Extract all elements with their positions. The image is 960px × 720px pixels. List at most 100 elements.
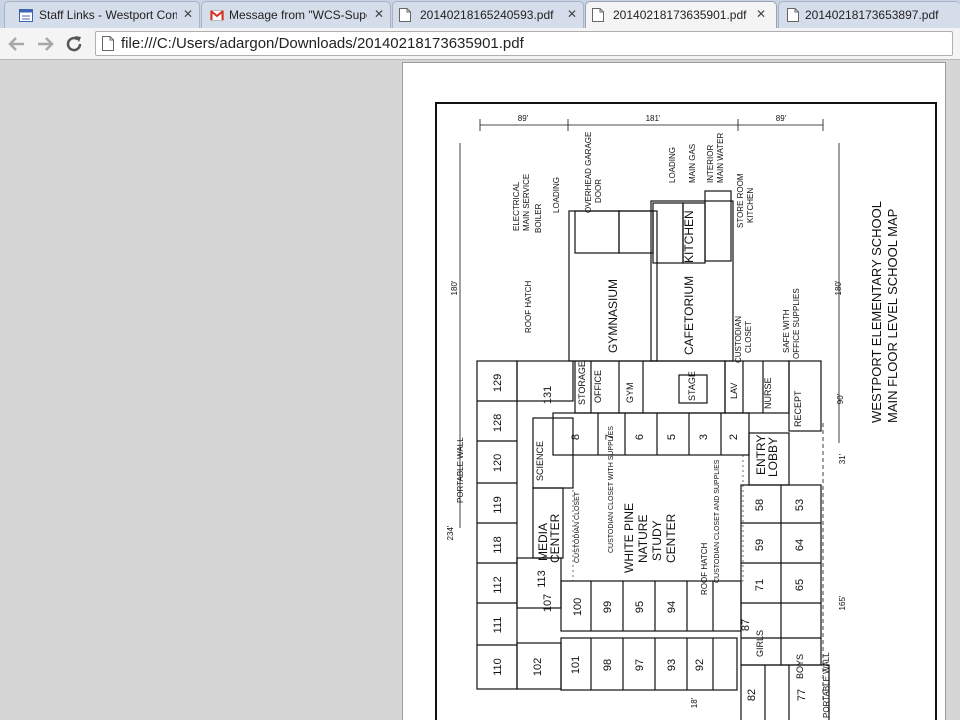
tab-label: Message from "WCS-Supe bbox=[229, 8, 367, 22]
room-5: 5 bbox=[666, 434, 678, 440]
room-92: 92 bbox=[694, 659, 706, 671]
room-95: 95 bbox=[634, 601, 646, 613]
close-icon[interactable]: ✕ bbox=[183, 7, 193, 21]
label-main-gas: MAIN GAS bbox=[688, 144, 697, 183]
room-102: 102 bbox=[532, 658, 544, 676]
label-boiler: BOILER bbox=[534, 203, 543, 233]
label-media-center: CENTER bbox=[548, 513, 562, 563]
label-white-pine: WHITE PINE bbox=[622, 503, 636, 573]
dim-18: 18' bbox=[690, 697, 699, 708]
url-text: file:///C:/Users/adargon/Downloads/20140… bbox=[121, 35, 524, 52]
label-nurse: NURSE bbox=[763, 377, 773, 409]
label-stage: STAGE bbox=[687, 371, 697, 401]
label-office: OFFICE bbox=[593, 370, 603, 403]
tab-label: 20140218173635901.pdf bbox=[613, 8, 747, 22]
label-study-center: CENTER bbox=[664, 513, 678, 563]
room-129: 129 bbox=[492, 374, 504, 392]
pdf-page[interactable]: ELECTRICAL MAIN SERVICE BOILER LOADING O… bbox=[402, 62, 946, 720]
dim-90: 90' bbox=[836, 393, 845, 404]
room-8: 8 bbox=[570, 434, 582, 440]
tab-label: Staff Links - Westport Com bbox=[39, 8, 177, 22]
pdf-page-icon bbox=[592, 8, 604, 22]
page-icon bbox=[102, 36, 114, 51]
label-science: SCIENCE bbox=[535, 441, 545, 481]
tab-pdf-1[interactable]: 20140218165240593.pdf ✕ bbox=[392, 1, 584, 28]
label-portable-wall-1: PORTABLE WALL bbox=[456, 437, 465, 503]
room-64: 64 bbox=[794, 539, 806, 551]
label-girls: GIRLS bbox=[755, 630, 765, 657]
room-87: 87 bbox=[740, 619, 752, 631]
label-custodian-closet-a: CUSTODIAN bbox=[734, 316, 743, 363]
label-gym: GYM bbox=[625, 382, 635, 403]
room-6: 6 bbox=[634, 434, 646, 440]
room-131: 131 bbox=[542, 386, 554, 404]
tab-pdf-3[interactable]: 20140218173653897.pdf bbox=[778, 1, 960, 28]
reload-icon[interactable] bbox=[63, 33, 85, 55]
room-71: 71 bbox=[754, 579, 766, 591]
room-118: 118 bbox=[492, 536, 504, 554]
pdf-viewer[interactable]: ELECTRICAL MAIN SERVICE BOILER LOADING O… bbox=[0, 60, 960, 720]
label-custodian-closet-b: CLOSET bbox=[744, 321, 753, 353]
room-7: 7 bbox=[604, 434, 616, 440]
pdf-page-icon bbox=[787, 8, 799, 22]
close-icon[interactable]: ✕ bbox=[567, 7, 577, 21]
room-110: 110 bbox=[492, 658, 504, 676]
label-main-service: MAIN SERVICE bbox=[522, 174, 531, 231]
viewer-right-margin bbox=[946, 60, 960, 720]
label-interior: INTERIOR bbox=[706, 145, 715, 183]
label-loading-2: LOADING bbox=[668, 147, 677, 183]
label-nature: NATURE bbox=[636, 515, 650, 563]
label-reception: RECEPT bbox=[793, 390, 803, 427]
dim-right-180: 180' bbox=[834, 280, 843, 295]
dim-165: 165' bbox=[838, 595, 847, 610]
room-107: 107 bbox=[542, 594, 554, 612]
label-storage: STORAGE bbox=[577, 361, 587, 405]
room-3: 3 bbox=[698, 434, 710, 440]
room-113: 113 bbox=[536, 570, 548, 588]
map-title-line-1: WESTPORT ELEMENTARY SCHOOL bbox=[869, 201, 884, 423]
room-59: 59 bbox=[754, 539, 766, 551]
back-arrow-icon[interactable] bbox=[6, 33, 28, 55]
room-93: 93 bbox=[666, 659, 678, 671]
tab-staff-links[interactable]: Staff Links - Westport Com ✕ bbox=[4, 1, 200, 28]
room-112: 112 bbox=[492, 576, 504, 594]
label-loading-1: LOADING bbox=[552, 177, 561, 213]
room-53: 53 bbox=[794, 499, 806, 511]
dim-top-2: 181' bbox=[646, 114, 661, 123]
room-120: 120 bbox=[492, 454, 504, 472]
room-77: 77 bbox=[796, 689, 808, 701]
label-custodian-supplies: CUSTODIAN CLOSET AND SUPPLIES bbox=[714, 459, 721, 583]
label-overhead-garage: OVERHEAD GARAGE bbox=[584, 132, 593, 213]
tab-pdf-active[interactable]: 20140218173635901.pdf ✕ bbox=[585, 1, 777, 29]
gmail-icon bbox=[210, 10, 224, 21]
label-study: STUDY bbox=[650, 520, 664, 561]
tab-label: 20140218173653897.pdf bbox=[805, 8, 939, 22]
label-garage-door: DOOR bbox=[594, 179, 603, 203]
room-128: 128 bbox=[492, 414, 504, 432]
room-97: 97 bbox=[634, 659, 646, 671]
forward-arrow-icon[interactable] bbox=[34, 33, 56, 55]
label-kitchen-store: KITCHEN bbox=[746, 188, 755, 223]
close-icon[interactable]: ✕ bbox=[374, 7, 384, 21]
room-111: 111 bbox=[492, 617, 504, 634]
label-boys: BOYS bbox=[795, 654, 805, 679]
label-lobby: LOBBY bbox=[766, 437, 780, 477]
label-safe: SAFE WITH bbox=[782, 309, 791, 353]
label-cafetorium: CAFETORIUM bbox=[682, 276, 696, 355]
label-main-water: MAIN WATER bbox=[716, 133, 725, 183]
map-title-line-2: MAIN FLOOR LEVEL SCHOOL MAP bbox=[885, 209, 900, 423]
room-94: 94 bbox=[666, 601, 678, 613]
address-bar[interactable]: file:///C:/Users/adargon/Downloads/20140… bbox=[95, 31, 953, 56]
tab-label: 20140218165240593.pdf bbox=[420, 8, 554, 22]
close-icon[interactable]: ✕ bbox=[756, 7, 766, 21]
label-lav: LAV bbox=[729, 383, 739, 399]
dim-31: 31' bbox=[838, 453, 847, 464]
room-65: 65 bbox=[794, 579, 806, 591]
dim-234: 234' bbox=[446, 525, 455, 540]
label-custodian-math: CUSTODIAN CLOSET WITH SUPPLIES bbox=[608, 426, 615, 553]
tab-gmail-message[interactable]: Message from "WCS-Supe ✕ bbox=[201, 1, 391, 28]
room-98: 98 bbox=[602, 659, 614, 671]
browser-toolbar: file:///C:/Users/adargon/Downloads/20140… bbox=[0, 28, 960, 60]
room-100: 100 bbox=[572, 598, 584, 616]
room-2: 2 bbox=[728, 434, 740, 440]
